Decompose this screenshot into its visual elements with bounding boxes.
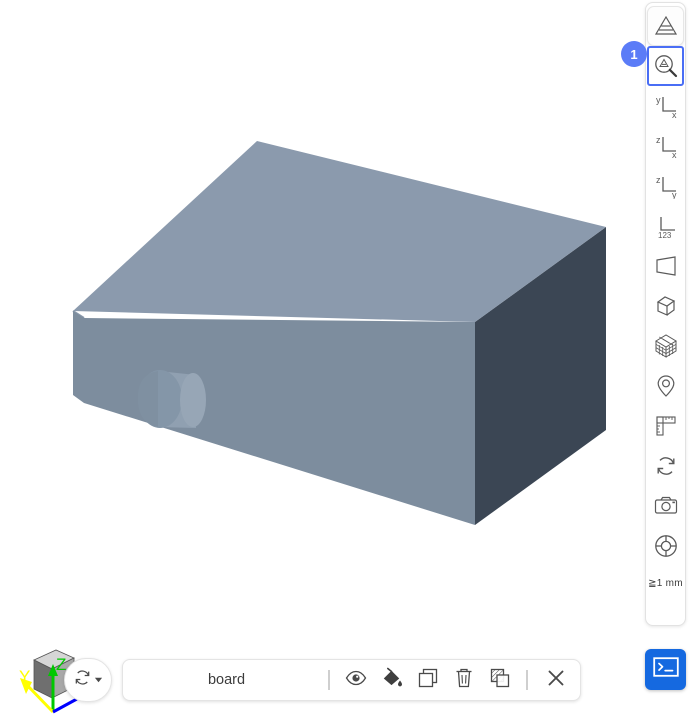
lifebuoy-button[interactable] <box>647 526 684 566</box>
screenshot-button[interactable] <box>647 486 684 526</box>
trapezoid-icon <box>653 255 679 277</box>
marker-button[interactable] <box>647 366 684 406</box>
visibility-button[interactable] <box>338 662 374 698</box>
cad-viewer-app: 1 y x z x z y 123 ≧1 mm Z Y board <box>0 0 700 720</box>
layers-overlap-icon <box>489 667 511 694</box>
svg-text:x: x <box>672 110 677 119</box>
zoom-mesh-button[interactable] <box>647 46 684 86</box>
axis-123-icon: 123 <box>652 213 680 239</box>
duplicate-button[interactable] <box>410 662 446 698</box>
view-yx-button[interactable]: y x <box>647 86 684 126</box>
svg-text:123: 123 <box>658 231 672 239</box>
3d-viewport[interactable] <box>0 0 700 720</box>
view-zx-button[interactable]: z x <box>647 126 684 166</box>
refresh-button[interactable] <box>647 446 684 486</box>
object-name-label[interactable]: board <box>123 672 320 688</box>
perspective-button[interactable] <box>647 246 684 286</box>
caret-down-icon <box>94 671 103 689</box>
board-left-bevel <box>73 311 84 403</box>
svg-text:y: y <box>656 95 661 105</box>
map-pin-icon <box>655 374 677 398</box>
mesh-lod-button[interactable] <box>647 6 684 46</box>
eye-icon <box>345 670 367 691</box>
svg-text:Y: Y <box>19 667 30 686</box>
step-size-icon: ≧1 mm <box>648 577 683 589</box>
fill-color-button[interactable] <box>374 662 410 698</box>
voxel-grid-button[interactable] <box>647 326 684 366</box>
grid-step-button[interactable]: ≧1 mm <box>647 566 684 600</box>
right-tool-panel: y x z x z y 123 ≧1 mm <box>645 2 686 626</box>
terminal-button[interactable] <box>645 649 686 690</box>
axis-zy-icon: z y <box>652 173 680 199</box>
object-action-bar: board <box>122 659 581 701</box>
board-front-face <box>84 318 475 525</box>
bar-divider-left <box>328 670 330 690</box>
delete-button[interactable] <box>446 662 482 698</box>
svg-text:y: y <box>672 190 677 199</box>
model-render <box>72 141 606 525</box>
grid-cube-icon <box>653 333 679 359</box>
axis-zx-icon: z x <box>652 133 680 159</box>
measure-button[interactable] <box>647 406 684 446</box>
camera-icon <box>653 495 679 517</box>
svg-text:z: z <box>656 175 661 185</box>
transparency-button[interactable] <box>482 662 518 698</box>
rotate-view-button[interactable] <box>64 658 112 702</box>
svg-text:z: z <box>656 135 661 145</box>
axis-yx-icon: y x <box>652 93 680 119</box>
magnifier-triangle-icon <box>653 53 679 79</box>
view-zy-button[interactable]: z y <box>647 166 684 206</box>
close-button[interactable] <box>538 662 574 698</box>
refresh-icon <box>654 454 678 478</box>
refresh-icon <box>73 668 92 692</box>
wireframe-box-button[interactable] <box>647 286 684 326</box>
trash-icon <box>454 667 474 694</box>
step-badge: 1 <box>621 41 647 67</box>
bottom-bar: Z Y board <box>0 640 645 720</box>
terminal-icon <box>652 657 679 682</box>
lifebuoy-icon <box>653 533 679 559</box>
svg-text:x: x <box>672 150 677 159</box>
close-icon <box>546 668 566 693</box>
board-peg-end <box>180 373 206 427</box>
layered-triangle-icon <box>654 15 678 37</box>
bar-divider-right <box>526 670 528 690</box>
nav-cube-group[interactable]: Z Y <box>6 644 118 716</box>
ruler-icon <box>654 414 678 438</box>
copy-icon <box>417 667 439 694</box>
view-numbered-button[interactable]: 123 <box>647 206 684 246</box>
cube-outline-icon <box>654 294 678 318</box>
paint-bucket-icon <box>381 667 403 694</box>
